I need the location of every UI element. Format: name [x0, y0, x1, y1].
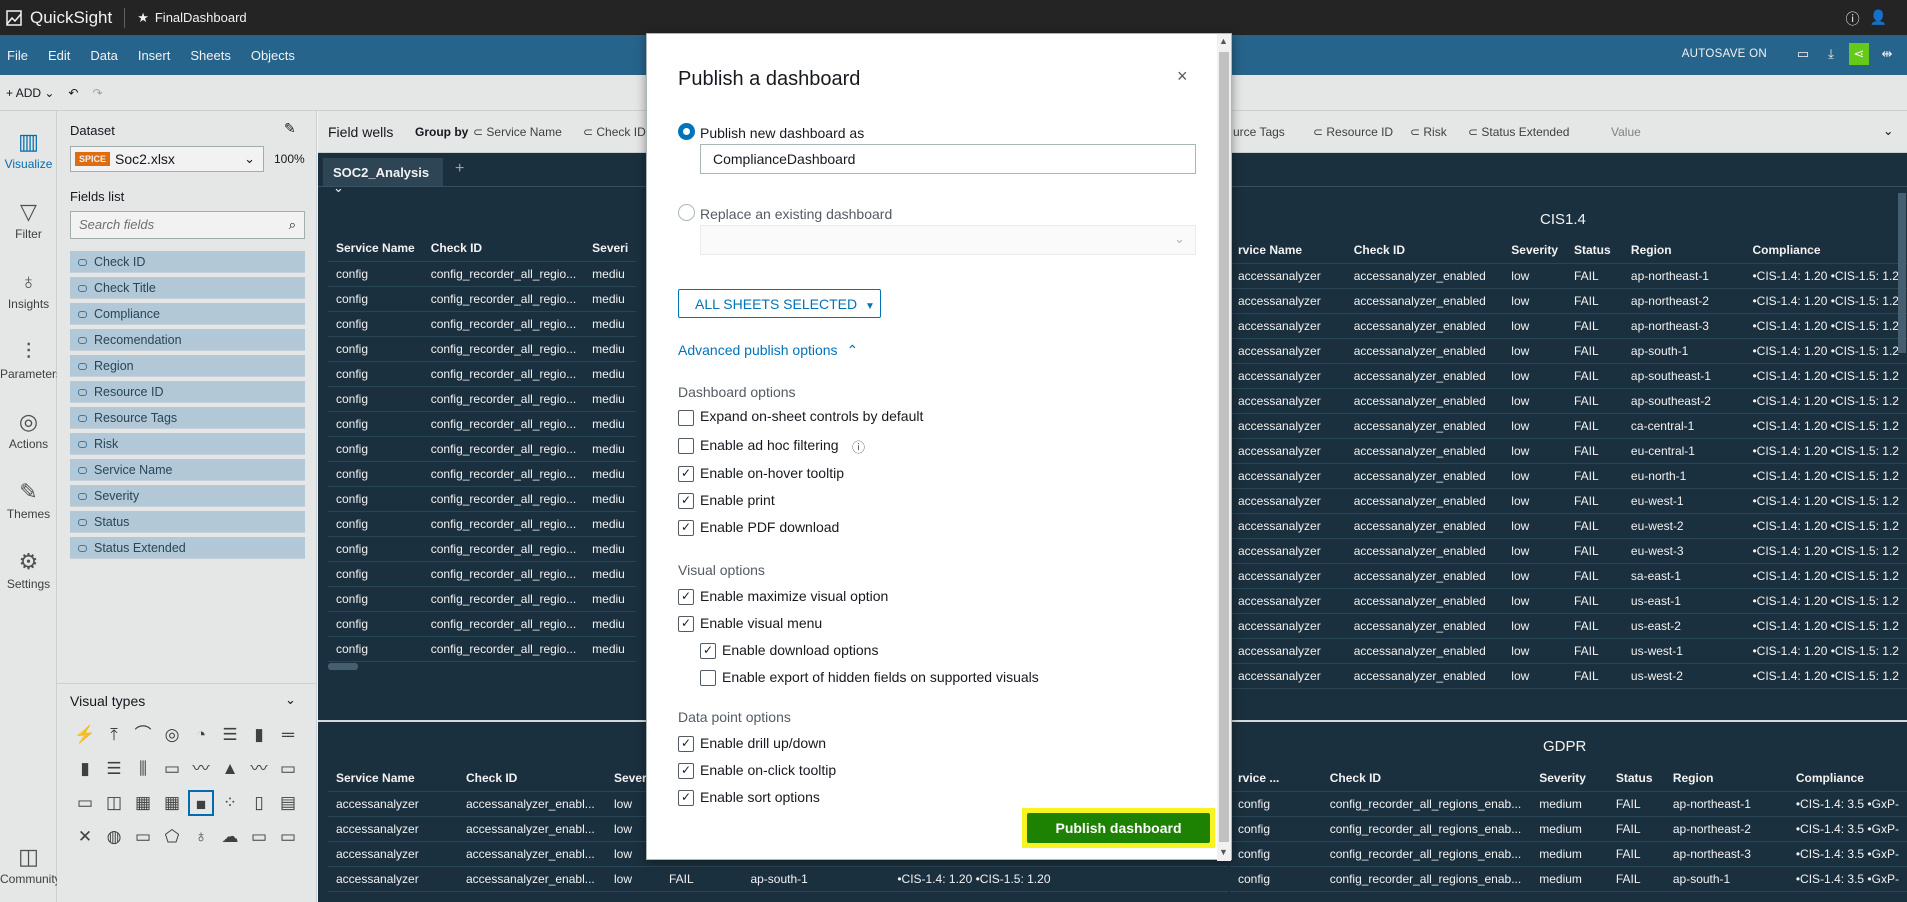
- publish-dialog: ▲ ▼ Publish a dashboard × Publish new da…: [646, 33, 1232, 861]
- option-label: Enable download options: [722, 642, 879, 658]
- option-label: Enable maximize visual option: [700, 588, 889, 604]
- option-label: Enable on-hover tooltip: [700, 465, 844, 481]
- caret-down-icon: ▼: [864, 301, 875, 312]
- checkbox[interactable]: ✓: [678, 520, 694, 536]
- scroll-down-icon[interactable]: ▼: [1219, 847, 1228, 857]
- checkbox[interactable]: [700, 670, 716, 686]
- publish-new-radio[interactable]: [678, 123, 695, 140]
- visual-options-title: Visual options: [678, 562, 765, 578]
- option-label: Enable ad hoc filtering: [700, 437, 839, 453]
- scroll-up-icon[interactable]: ▲: [1219, 36, 1228, 46]
- checkbox[interactable]: ✓: [678, 493, 694, 509]
- publish-dashboard-button[interactable]: Publish dashboard: [1022, 808, 1215, 848]
- publish-new-label: Publish new dashboard as: [700, 125, 865, 141]
- checkbox[interactable]: ✓: [678, 589, 694, 605]
- sheets-select-button[interactable]: ALL SHEETS SELECTED ▼: [678, 289, 881, 318]
- replace-radio[interactable]: [678, 204, 695, 221]
- dialog-title: Publish a dashboard: [678, 68, 861, 90]
- replace-label: Replace an existing dashboard: [700, 206, 893, 222]
- existing-dashboard-select[interactable]: ⌄: [700, 225, 1196, 255]
- data-point-options-title: Data point options: [678, 709, 791, 725]
- option-label: Enable export of hidden fields on suppor…: [722, 669, 1039, 685]
- option-label: Expand on-sheet controls by default: [700, 408, 924, 424]
- publish-button-label: Publish dashboard: [1027, 813, 1210, 843]
- advanced-link-label: Advanced publish options: [678, 342, 838, 358]
- checkbox[interactable]: [678, 410, 694, 426]
- dashboard-name-input[interactable]: [700, 144, 1196, 174]
- checkbox[interactable]: ✓: [678, 763, 694, 779]
- chevron-down-icon: ⌄: [1174, 231, 1185, 246]
- scrollbar-thumb[interactable]: [1219, 52, 1229, 842]
- advanced-options-link[interactable]: Advanced publish options ⌃: [678, 342, 858, 359]
- checkbox[interactable]: ✓: [678, 790, 694, 806]
- checkbox[interactable]: ✓: [678, 466, 694, 482]
- checkbox[interactable]: [678, 438, 694, 454]
- option-label: Enable drill up/down: [700, 735, 827, 751]
- checkbox[interactable]: ✓: [678, 736, 694, 752]
- close-icon[interactable]: ×: [1177, 66, 1188, 87]
- dashboard-options-title: Dashboard options: [678, 384, 796, 400]
- option-label: Enable on-click tooltip: [700, 762, 837, 778]
- option-label: Enable sort options: [700, 789, 820, 805]
- dialog-scrollbar[interactable]: ▲ ▼: [1217, 34, 1231, 861]
- chevron-up-icon: ⌃: [846, 342, 859, 358]
- checkbox[interactable]: ✓: [700, 643, 716, 659]
- sheets-button-label: ALL SHEETS SELECTED: [695, 296, 858, 312]
- info-icon[interactable]: ⓘ: [852, 437, 865, 456]
- checkbox[interactable]: ✓: [678, 616, 694, 632]
- option-label: Enable visual menu: [700, 615, 823, 631]
- option-label: Enable PDF download: [700, 519, 840, 535]
- option-label: Enable print: [700, 492, 775, 508]
